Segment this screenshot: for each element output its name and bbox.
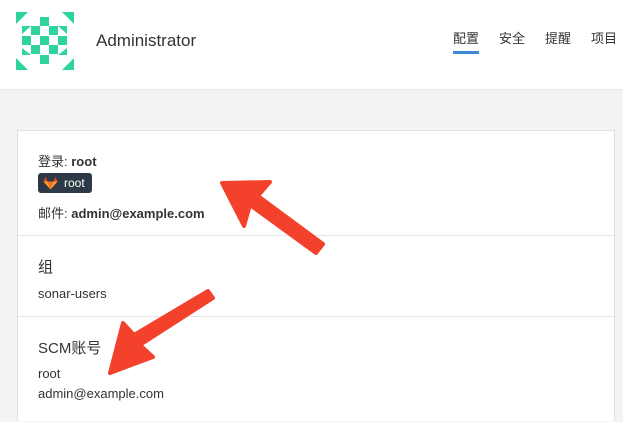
nav-tab-projects[interactable]: 项目: [591, 30, 617, 48]
nav-tab-notifications[interactable]: 提醒: [545, 30, 571, 48]
groups-section: 组 sonar-users: [18, 235, 614, 316]
top-nav: 配置 安全 提醒 项目: [0, 30, 623, 60]
scm-item: admin@example.com: [38, 386, 164, 401]
gitlab-icon: [43, 176, 58, 190]
email-label: 邮件:: [38, 206, 68, 221]
login-value: root: [71, 154, 97, 169]
email-line: 邮件: admin@example.com: [38, 203, 205, 222]
group-item: sonar-users: [38, 286, 107, 301]
email-value: admin@example.com: [71, 206, 205, 221]
scm-item: root: [38, 366, 61, 381]
scm-heading: SCM账号: [38, 340, 102, 357]
nav-tab-config[interactable]: 配置: [453, 30, 480, 54]
provider-badge: root: [38, 173, 92, 193]
groups-heading: 组: [38, 259, 54, 276]
provider-badge-label: root: [64, 176, 85, 190]
nav-tab-security[interactable]: 安全: [499, 30, 525, 48]
profile-section: 登录: root root 邮件: admin@example.com: [18, 131, 614, 235]
page-header: Administrator 配置 安全 提醒 项目: [0, 0, 623, 90]
scm-section: SCM账号 root admin@example.com: [18, 316, 614, 422]
account-card: 登录: root root 邮件: admin@example.com 组 so…: [17, 130, 615, 421]
login-line: 登录: root: [38, 151, 97, 170]
login-label: 登录:: [38, 154, 68, 169]
